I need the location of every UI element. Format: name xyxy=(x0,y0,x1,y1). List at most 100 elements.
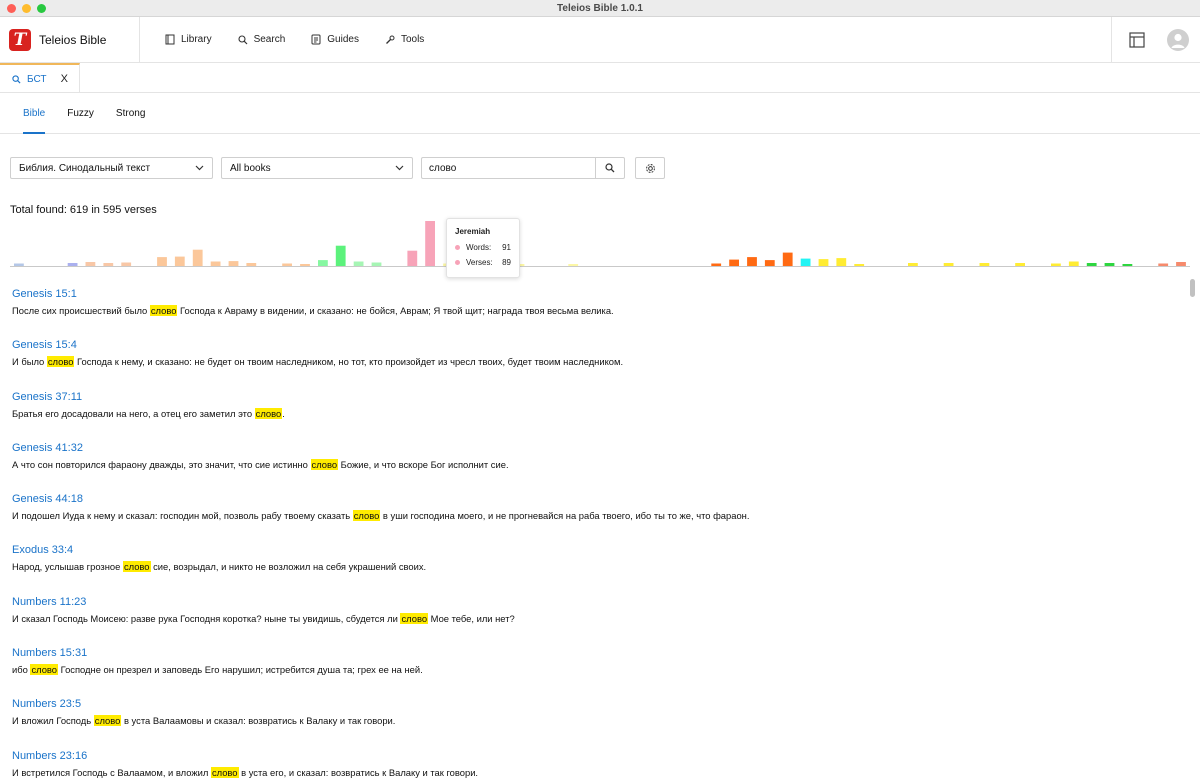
chart-bar-1john[interactable] xyxy=(1104,263,1115,266)
result-item: Genesis 15:4 И было слово Господа к нему,… xyxy=(0,330,1188,381)
books-select[interactable]: All books xyxy=(221,157,413,179)
result-item: Genesis 41:32 А что сон повторился фараон… xyxy=(0,433,1188,484)
main-nav: Library Search Guides Tools xyxy=(152,17,437,63)
verse-reference-link[interactable]: Exodus 33:4 xyxy=(12,535,1188,561)
chart-tooltip: Jeremiah Words: 91 Verses: 89 xyxy=(446,218,520,278)
chart-bar-prov[interactable] xyxy=(353,261,364,267)
chart-bar-acts[interactable] xyxy=(782,252,793,266)
toggle-panel-button[interactable] xyxy=(1111,17,1161,63)
chart-bar-john[interactable] xyxy=(764,260,775,266)
nav-tools[interactable]: Tools xyxy=(372,17,437,63)
chart-bar-2cor[interactable] xyxy=(836,258,847,266)
tab-bible[interactable]: Bible xyxy=(12,93,56,134)
verse-text: А что сон повторился фараону дважды, это… xyxy=(12,458,1188,470)
search-match-highlight: слово xyxy=(254,407,283,419)
chart-bar-col[interactable] xyxy=(908,263,918,266)
chart-bar-isa[interactable] xyxy=(407,250,418,266)
result-item: Exodus 33:4 Народ, услышав грозное слово … xyxy=(0,535,1188,586)
verse-text-before: И подошел Иуда к нему и сказал: господин… xyxy=(12,510,353,522)
chart-bar-1sam[interactable] xyxy=(157,257,167,266)
chart-bar-judg[interactable] xyxy=(121,262,132,267)
chart-bar-esth[interactable] xyxy=(300,264,310,266)
chart-bar-jeremiah[interactable] xyxy=(425,221,435,266)
search-icon xyxy=(12,74,21,84)
search-match-highlight: слово xyxy=(93,715,122,727)
chart-bar-1kgs[interactable] xyxy=(192,249,203,266)
search-settings-button[interactable] xyxy=(635,157,665,179)
search-button[interactable] xyxy=(595,157,625,179)
verse-reference-link[interactable]: Genesis 44:18 xyxy=(12,484,1188,510)
translation-select[interactable]: Библия. Синодальный текст xyxy=(10,157,213,179)
verse-reference-link[interactable]: Numbers 23:16 xyxy=(12,741,1188,767)
chart-bar-jas[interactable] xyxy=(1051,263,1061,267)
chart-bar-rom[interactable] xyxy=(800,258,811,266)
chart-bar-gal[interactable] xyxy=(854,264,865,266)
chart-bar-2john[interactable] xyxy=(1122,264,1133,266)
tools-icon xyxy=(385,35,395,44)
chart-bar-1cor[interactable] xyxy=(818,259,829,266)
chart-bar-2kgs[interactable] xyxy=(210,261,221,267)
chart-bar-neh[interactable] xyxy=(282,263,292,267)
verse-text-after: в уста его, и сказал: возвратись к Валак… xyxy=(238,766,479,778)
chart-bar-2sam[interactable] xyxy=(174,256,185,266)
chart-bar-matt[interactable] xyxy=(711,263,722,267)
chart-bar-rev[interactable] xyxy=(1176,262,1186,266)
verse-text: Братья его досадовали на него, а отец ег… xyxy=(12,407,1188,419)
chart-bar-jude[interactable] xyxy=(1158,263,1169,267)
verse-reference-link[interactable]: Genesis 15:4 xyxy=(12,330,1188,356)
chart-bar-phlm[interactable] xyxy=(1015,263,1025,266)
search-match-highlight: слово xyxy=(400,612,429,624)
tooltip-verses-row: Verses: 89 xyxy=(455,258,511,267)
verse-reference-link[interactable]: Numbers 11:23 xyxy=(12,587,1188,613)
tooltip-words-label: Words: xyxy=(466,243,492,252)
results-scrollbar[interactable] xyxy=(1190,279,1195,297)
search-input[interactable] xyxy=(421,157,595,179)
chart-bar-2pet[interactable] xyxy=(1086,263,1097,266)
verse-reference-link[interactable]: Genesis 41:32 xyxy=(12,433,1188,459)
search-match-highlight: слово xyxy=(122,561,151,573)
verse-reference-link[interactable]: Genesis 15:1 xyxy=(12,279,1188,305)
chart-bar-luke[interactable] xyxy=(747,257,757,266)
chart-bar-1pet[interactable] xyxy=(1068,261,1079,267)
tooltip-book: Jeremiah xyxy=(455,227,491,236)
search-filters: Библия. Синодальный текст All books xyxy=(10,157,665,179)
user-avatar[interactable] xyxy=(1167,29,1189,51)
brand[interactable]: T Teleios Bible xyxy=(0,16,140,63)
verse-text-after: Мое тебе, или нет? xyxy=(428,612,515,624)
chart-bar-1chr[interactable] xyxy=(228,261,239,266)
chart-bar-eccl[interactable] xyxy=(371,262,382,267)
chart-bar-2chr[interactable] xyxy=(246,263,257,266)
search-icon xyxy=(605,163,615,173)
verse-reference-link[interactable]: Genesis 37:11 xyxy=(12,382,1188,408)
book-icon xyxy=(165,34,175,45)
verse-reference-link[interactable]: Numbers 15:31 xyxy=(12,638,1188,664)
nav-guides[interactable]: Guides xyxy=(298,17,372,63)
verse-text-before: И встретился Господь с Валаамом, и вложи… xyxy=(12,766,211,778)
chart-bar-jonah[interactable] xyxy=(568,264,579,266)
translation-value: Библия. Синодальный текст xyxy=(19,162,151,174)
chart-bar-gen[interactable] xyxy=(14,263,24,267)
tab-fuzzy[interactable]: Fuzzy xyxy=(56,93,105,134)
result-item: Numbers 15:31 ибо слово Господне он презр… xyxy=(0,638,1188,689)
chart-bar-josh[interactable] xyxy=(103,263,114,266)
chart-bar-num[interactable] xyxy=(67,263,78,266)
chart-bar-mark[interactable] xyxy=(729,259,739,266)
chart-bar-2tim[interactable] xyxy=(979,263,990,266)
verse-reference-link[interactable]: Numbers 23:5 xyxy=(12,689,1188,715)
chart-bar-ps[interactable] xyxy=(335,245,346,266)
chart-bar-2thess[interactable] xyxy=(943,263,954,266)
verse-text-before: А что сон повторился фараону дважды, это… xyxy=(12,458,311,470)
tab-strong[interactable]: Strong xyxy=(105,93,156,134)
chart-bar-deut[interactable] xyxy=(85,262,96,266)
chart-bar-job[interactable] xyxy=(318,260,328,266)
verse-text-after: сие, возрыдал, и никто не возложил на се… xyxy=(150,561,427,573)
verse-text-before: Братья его досадовали на него, а отец ег… xyxy=(12,407,255,419)
verse-text-after: . xyxy=(282,407,285,419)
tab-label: БСТ xyxy=(27,73,47,85)
verse-text-after: Господа к Авраму в видении, и сказано: н… xyxy=(177,305,614,316)
nav-library[interactable]: Library xyxy=(152,17,225,63)
close-tab-button[interactable]: X xyxy=(61,73,68,85)
tab-bst-search[interactable]: БСТ X xyxy=(0,63,80,93)
verse-text: И было слово Господа к нему, и сказано: … xyxy=(12,356,1188,368)
nav-search[interactable]: Search xyxy=(225,17,299,63)
